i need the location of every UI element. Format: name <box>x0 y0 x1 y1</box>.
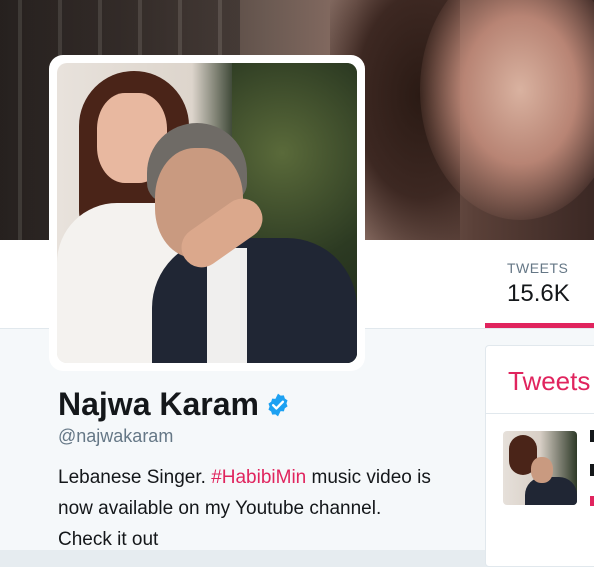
profile-handle[interactable]: @najwakaram <box>58 426 173 447</box>
bio-hashtag-link[interactable]: #HabibiMin <box>211 467 306 488</box>
timeline-divider <box>486 413 594 414</box>
tweets-stat-label: TWEETS <box>507 260 569 276</box>
profile-avatar[interactable] <box>57 63 357 363</box>
active-tab-indicator <box>485 323 594 328</box>
verified-badge-icon <box>268 393 288 416</box>
tweet-link-fragment <box>590 496 594 506</box>
profile-bio: Lebanese Singer. #HabibiMin music video … <box>58 462 438 555</box>
tweet-text-fragment <box>590 464 594 476</box>
avatar-man-suit <box>152 238 357 363</box>
tweet-avatar-suit <box>525 477 577 505</box>
tweets-timeline-card: Tweets <box>485 345 594 567</box>
tweets-stat-tab[interactable]: TWEETS 15.6K <box>485 258 594 328</box>
avatar-man-shirt <box>207 248 247 363</box>
tweets-stat-value: 15.6K <box>507 280 570 307</box>
tweet-text-fragment <box>590 430 594 442</box>
tweet-avatar-face <box>531 457 553 483</box>
tweets-timeline-title: Tweets <box>508 366 591 396</box>
bio-text-start: Lebanese Singer. <box>58 467 212 488</box>
profile-name-row: Najwa Karam <box>58 386 291 423</box>
profile-name[interactable]: Najwa Karam <box>58 386 259 423</box>
tweet-avatar[interactable] <box>503 431 577 505</box>
